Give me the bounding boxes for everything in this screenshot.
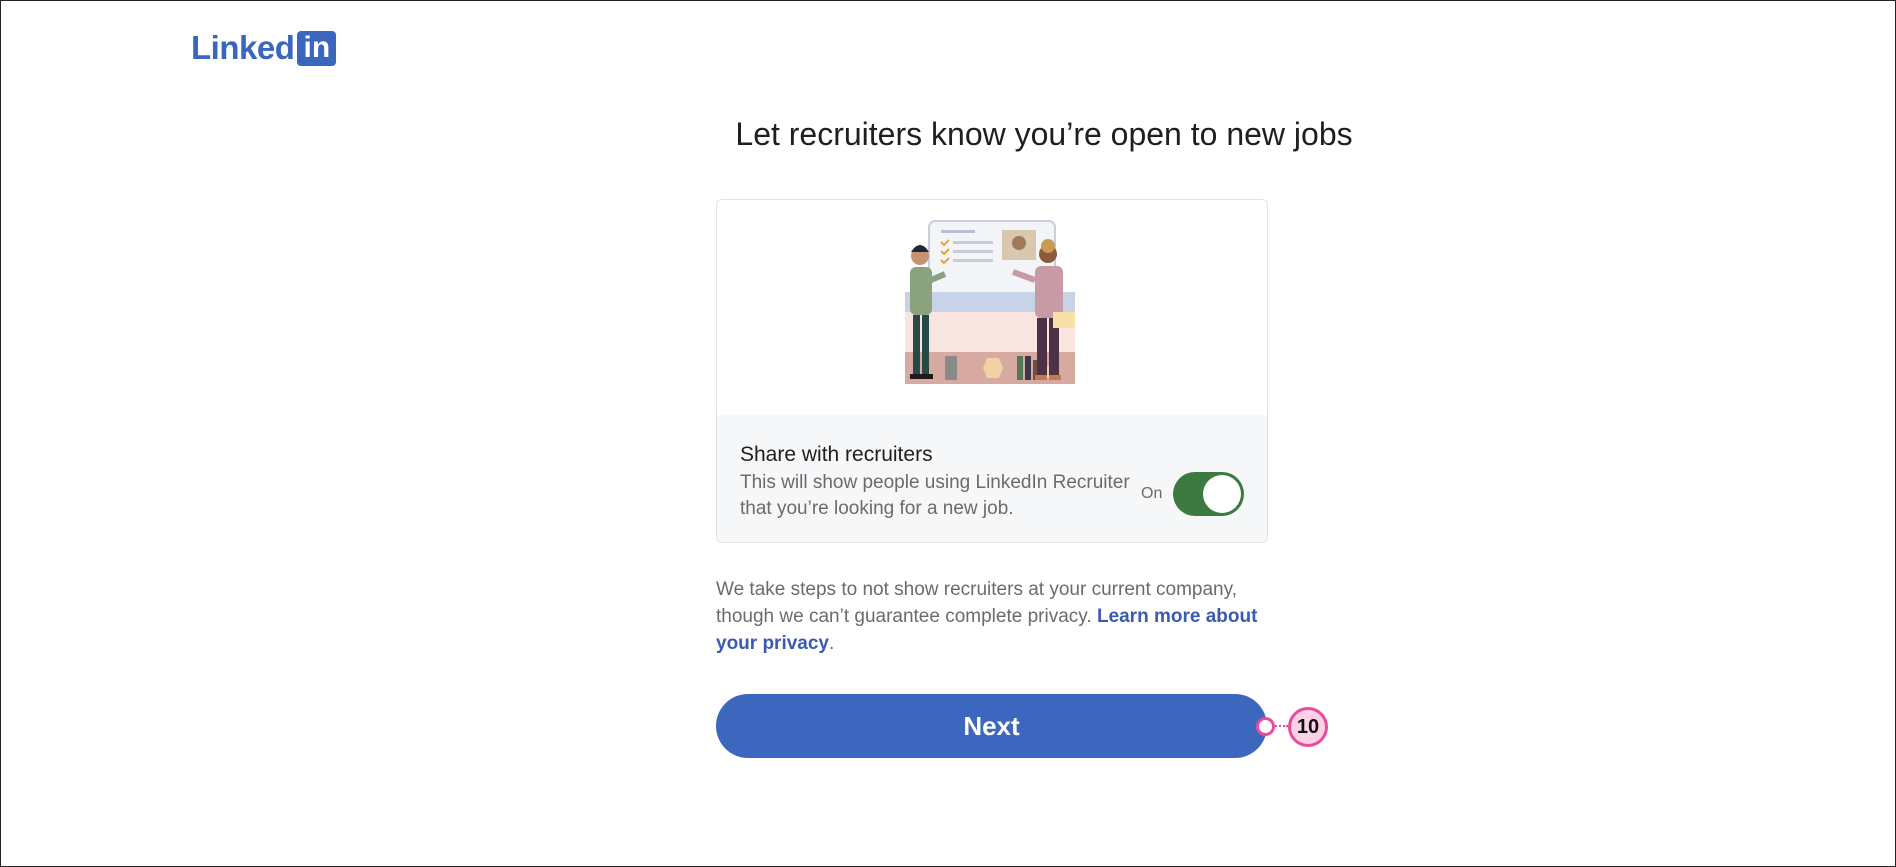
share-card: Share with recruiters This will show peo…	[716, 199, 1268, 543]
share-description: This will show people using LinkedIn Rec…	[740, 472, 1130, 519]
share-section: Share with recruiters This will show peo…	[717, 415, 1267, 542]
toggle-state-label: On	[1141, 485, 1163, 502]
step-marker-badge: 10	[1288, 707, 1328, 747]
recruiters-illustration-icon	[717, 200, 1267, 415]
share-title: Share with recruiters	[740, 443, 933, 466]
privacy-notice: We take steps to not show recruiters at …	[716, 576, 1276, 657]
share-toggle[interactable]	[1173, 472, 1244, 516]
page-title: Let recruiters know you’re open to new j…	[735, 116, 1353, 152]
marker-dot-icon	[1256, 717, 1275, 736]
toggle-knob	[1203, 475, 1241, 513]
logo-box: in	[297, 30, 337, 66]
linkedin-logo[interactable]: Linked in	[191, 29, 337, 67]
logo-wordmark: Linked	[191, 29, 295, 66]
privacy-suffix: .	[829, 633, 835, 654]
next-button[interactable]: Next	[716, 694, 1267, 758]
